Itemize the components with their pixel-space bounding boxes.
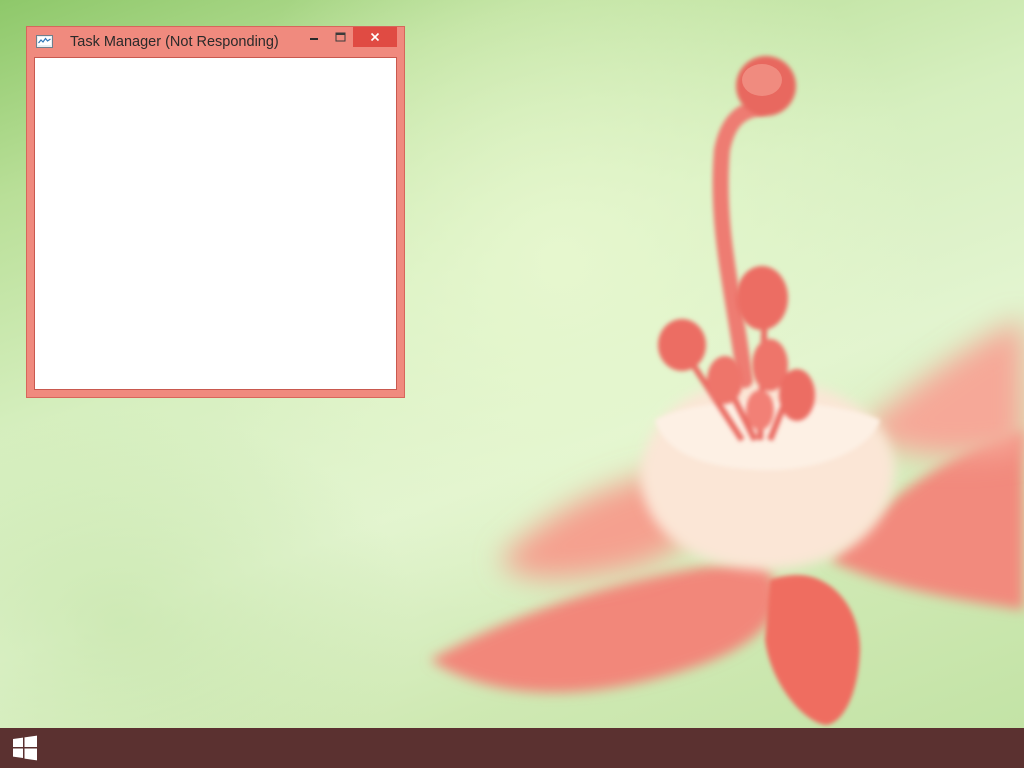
windows-logo-icon [13, 735, 37, 761]
maximize-button[interactable] [328, 27, 352, 47]
window-title: Task Manager (Not Responding) [70, 34, 279, 50]
task-manager-window[interactable]: Task Manager (Not Responding) [26, 26, 405, 398]
start-button[interactable] [0, 728, 50, 768]
desktop[interactable]: Task Manager (Not Responding) [0, 0, 1024, 728]
task-manager-icon[interactable] [36, 34, 53, 49]
minimize-icon [310, 38, 318, 40]
close-icon [370, 32, 380, 42]
maximize-icon [335, 32, 345, 42]
window-client-area[interactable] [34, 57, 397, 390]
minimize-button[interactable] [302, 27, 326, 47]
window-titlebar[interactable]: Task Manager (Not Responding) [27, 27, 404, 57]
taskbar[interactable] [0, 728, 1024, 768]
close-button[interactable] [353, 27, 397, 47]
